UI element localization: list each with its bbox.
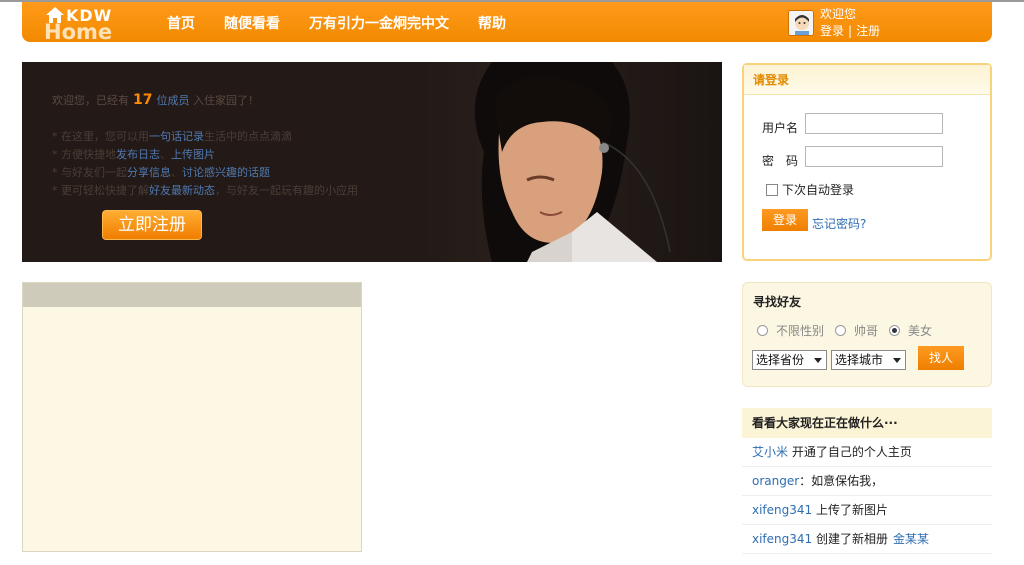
feature-item: * 在这里，您可以用一句话记录生活中的点点滴滴 [52,130,292,143]
avatar-icon [789,11,813,35]
feature-item: * 与好友们一起分享信息、讨论感兴趣的话题 [52,166,270,179]
login-box: 请登录 用户名 密 码 下次自动登录 登录 忘记密码? [742,63,992,261]
intro-prefix: 欢迎您，已经有 [52,94,129,107]
panel-header-bar [23,283,361,307]
login-link[interactable]: 登录 [820,24,844,38]
username-label: 用户名 [762,121,799,135]
welcome-banner: 欢迎您，已经有 17 位成员 入住家园了！ * 在这里，您可以用一句话记录生活中的点… [22,62,722,262]
register-now-button[interactable]: 立即注册 [102,210,202,240]
find-friends-title: 寻找好友 [753,295,802,309]
feature-link[interactable]: 发布日志 [116,148,160,161]
chevron-down-icon [893,358,901,363]
radio-icon [757,325,768,336]
password-label: 密 码 [762,154,799,168]
feature-link[interactable]: 上传图片 [171,148,215,161]
find-people-button[interactable]: 找人 [918,346,964,370]
banner-intro: 欢迎您，已经有 17 位成员 入住家园了！ [52,92,259,108]
remember-label: 下次自动登录 [782,183,855,197]
nav-browse[interactable]: 随便看看 [224,13,280,33]
nav-group[interactable]: 万有引力一金炯完中文 [309,13,449,33]
forgot-password-link[interactable]: 忘记密码? [812,215,866,232]
main-nav: 首页 随便看看 万有引力一金炯完中文 帮助 [167,13,535,33]
feature-item: * 更可轻松快捷了解好友最新动态，与好友一起玩有趣的小应用 [52,184,358,197]
nav-home[interactable]: 首页 [167,13,195,33]
logo-text-bottom: Home [44,20,113,44]
feature-item: * 方便快捷地发布日志、上传图片 [52,148,215,161]
chevron-down-icon [814,358,822,363]
intro-suffix: 入住家园了！ [192,94,259,107]
nav-help[interactable]: 帮助 [478,13,506,33]
feature-link[interactable]: 讨论感兴趣的话题 [182,166,270,179]
link-separator: | [848,24,853,38]
feature-link[interactable]: 好友最新动态 [149,184,215,197]
remember-checkbox[interactable] [766,183,778,196]
feed-user-link[interactable]: 艾小米 [752,445,788,459]
feed-item: 艾小米 开通了自己的个人主页 [742,438,992,467]
feed-item: xifeng341 上传了新图片 [742,496,992,525]
remember-row: 下次自动登录 [766,181,854,198]
password-input[interactable] [805,146,943,167]
banner-photo [422,62,722,262]
gender-options: 不限性别 帅哥 美女 [757,322,943,339]
feed-user-link[interactable]: xifeng341 [752,532,812,546]
province-select[interactable]: 选择省份 [752,350,827,370]
radio-icon [835,325,847,336]
feed-item: xifeng341 创建了新相册 金某某 [742,525,992,554]
member-unit: 位成员 [156,94,190,107]
avatar [788,10,814,36]
radio-selected-icon [889,325,901,336]
feed-extra-link[interactable]: 金某某 [893,532,929,546]
site-logo[interactable]: KDW Home [44,5,126,44]
username-input[interactable] [805,113,943,134]
gender-female[interactable]: 美女 [889,322,932,339]
member-count: 17 [133,92,153,108]
header-bar: KDW Home 首页 随便看看 万有引力一金炯完中文 帮助 欢迎您 登录 | 注册 [22,2,992,44]
feed-title: 看看大家现在正在做什么··· [742,408,992,438]
find-friends-box: 寻找好友 不限性别 帅哥 美女 选择省份 选择城市 找人 [742,282,992,387]
login-title: 请登录 [744,65,990,95]
user-links: 登录 | 注册 [820,22,880,39]
feed-user-link[interactable]: xifeng341 [752,503,812,517]
content-panel [22,282,362,552]
feature-link[interactable]: 分享信息 [127,166,171,179]
register-link[interactable]: 注册 [856,24,880,38]
feature-list: * 在这里，您可以用一句话记录生活中的点点滴滴 * 方便快捷地发布日志、上传图片… [52,128,358,200]
login-button[interactable]: 登录 [762,209,808,231]
welcome-text: 欢迎您 [820,7,857,21]
feed-user-link[interactable]: oranger [752,474,799,488]
gender-male[interactable]: 帅哥 [835,322,878,339]
feed-item: oranger：如意保佑我， [742,467,992,496]
activity-feed: 看看大家现在正在做什么··· 艾小米 开通了自己的个人主页 oranger：如意… [742,408,992,554]
gender-any[interactable]: 不限性别 [757,322,824,339]
feature-link[interactable]: 一句话记录 [149,130,204,143]
city-select[interactable]: 选择城市 [831,350,906,370]
